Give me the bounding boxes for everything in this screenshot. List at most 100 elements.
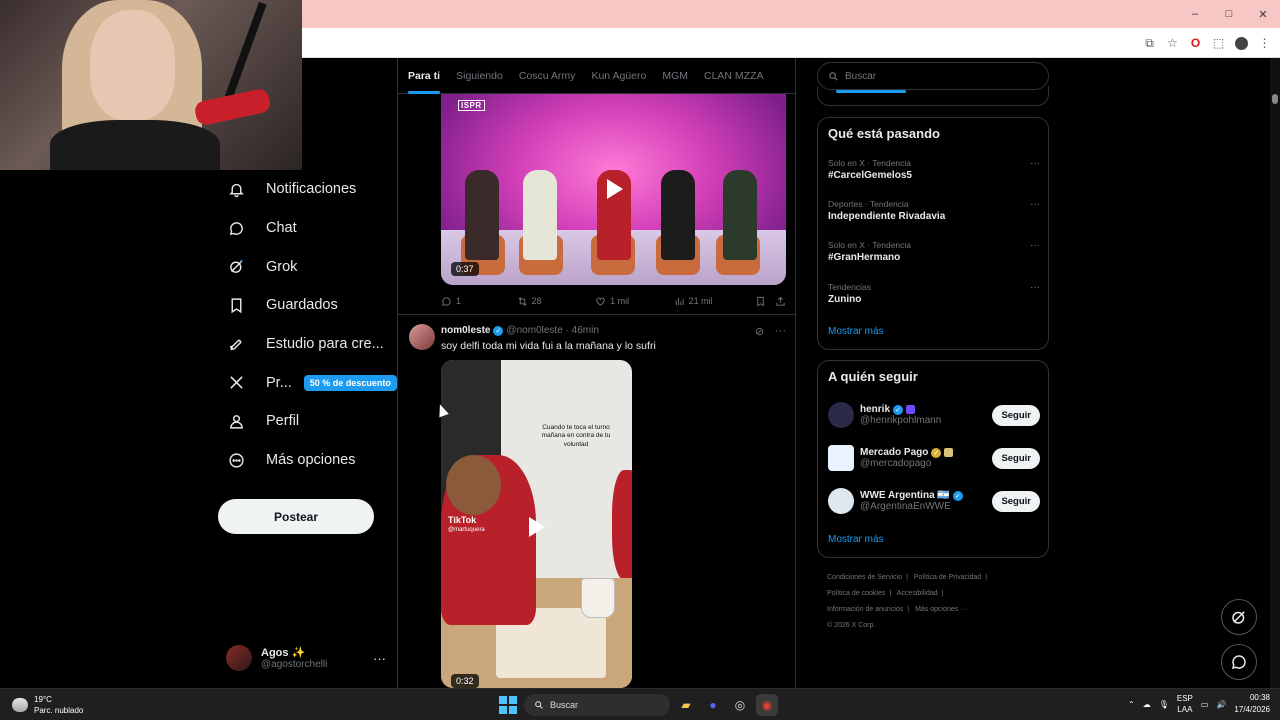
discord-icon[interactable]: ● (702, 694, 724, 716)
footer-link[interactable]: Información de anuncios (827, 606, 903, 613)
minimize-button[interactable]: – (1178, 0, 1212, 28)
follow-suggestion[interactable]: Mercado Pago ✓ @mercadopago Seguir (828, 443, 1040, 473)
timeline-tabs: Para ti Siguiendo Coscu Army Kun Agüero … (398, 58, 795, 94)
trend-item[interactable]: Solo en X · Tendencia #CarcelGemelos5 ··… (828, 158, 1040, 181)
follow-button[interactable]: Seguir (992, 490, 1040, 512)
trend-item[interactable]: Deportes · Tendencia Independiente Rivad… (828, 199, 1040, 222)
video-media[interactable]: ISPR 0:37 (441, 94, 786, 285)
post-button[interactable]: Postear (218, 499, 374, 534)
show-more-trends-link[interactable]: Mostrar más (828, 326, 884, 337)
nav-item-notifications[interactable]: Notificaciones (218, 170, 398, 209)
nav-item-profile[interactable]: Perfil (218, 402, 398, 441)
avatar (226, 645, 252, 671)
nav-item-premium[interactable]: Pr... 50 % de descuento (218, 363, 398, 402)
video-duration: 0:32 (451, 674, 479, 688)
sidebar-nav: Notificaciones Chat Grok Guardados Estud… (218, 170, 398, 480)
tab-coscu-army[interactable]: Coscu Army (519, 58, 576, 94)
avatar[interactable] (828, 402, 854, 428)
mic-icon[interactable]: 🎙 (1159, 700, 1169, 709)
repost-button[interactable]: 28 (517, 296, 596, 307)
close-window-button[interactable]: ✕ (1246, 0, 1280, 28)
star-icon[interactable]: ☆ (1161, 28, 1184, 58)
share-button[interactable] (775, 296, 786, 307)
tab-for-you[interactable]: Para ti (408, 58, 441, 94)
follow-button[interactable]: Seguir (992, 447, 1040, 469)
weather-widget[interactable]: 19°C Parc. nublado (12, 694, 83, 716)
verified-badge-icon: ✓ (893, 404, 904, 415)
nav-label: Guardados (266, 297, 338, 314)
nav-item-more-options[interactable]: Más opciones (218, 441, 398, 480)
who-to-follow-card: A quién seguir henrik ✓ @henrikpohlmann S… (817, 360, 1049, 558)
follow-suggestion[interactable]: WWE Argentina 🇦🇷 ✓ @ArgentinaEnWWE Seguir (828, 486, 1040, 516)
tab-kun-aguero[interactable]: Kun Agüero (591, 58, 646, 94)
maximize-button[interactable]: □ (1212, 0, 1246, 28)
chevron-up-icon[interactable]: ⌃ (1128, 700, 1135, 709)
language-indicator[interactable]: ESP LAA (1177, 693, 1193, 715)
like-button[interactable]: 1 mil (595, 296, 674, 307)
app-icon[interactable]: ◎ (729, 694, 751, 716)
reply-button[interactable]: 1 (441, 296, 517, 307)
windows-start-icon[interactable] (497, 694, 519, 716)
avatar[interactable] (409, 324, 435, 350)
more-dots-icon[interactable]: ··· (775, 325, 786, 337)
grok-fab-button[interactable] (1221, 599, 1257, 635)
language-code: ESP (1176, 694, 1193, 703)
chrome-icon[interactable]: ◉ (756, 694, 778, 716)
menu-icon[interactable]: ⋮ (1253, 28, 1276, 58)
profile-icon[interactable] (1230, 28, 1253, 58)
url-field[interactable] (302, 32, 1142, 54)
search-placeholder: Buscar (845, 70, 877, 82)
show-more-follow-link[interactable]: Mostrar más (828, 534, 884, 545)
avatar[interactable] (828, 445, 854, 471)
footer-link[interactable]: Condiciones de Servicio (827, 574, 902, 581)
tab-following[interactable]: Siguiendo (456, 58, 503, 94)
footer-link[interactable]: Política de Privacidad (914, 574, 981, 581)
trend-item[interactable]: Tendencias Zunino ··· (828, 282, 1040, 305)
account-switcher[interactable]: Agos ✨ @agostorchelli ··· (226, 642, 386, 674)
video-duration: 0:37 (451, 262, 479, 276)
bell-icon (227, 180, 245, 198)
footer-link[interactable]: Accesibilidad (897, 590, 938, 597)
display-icon[interactable]: ▭ (1201, 700, 1209, 709)
file-explorer-icon[interactable]: ▰ (675, 694, 697, 716)
speaker-icon[interactable]: 🔊 (1216, 700, 1226, 709)
nav-item-grok[interactable]: Grok (218, 247, 398, 286)
follow-button[interactable]: Seguir (992, 404, 1040, 426)
more-dots-icon[interactable]: ··· (1030, 240, 1040, 251)
nav-item-bookmarks[interactable]: Guardados (218, 286, 398, 325)
tweet-author-name[interactable]: nom0leste (441, 325, 490, 336)
nav-item-chat[interactable]: Chat (218, 209, 398, 248)
play-icon[interactable] (607, 179, 623, 199)
grok-icon[interactable]: ⊘ (755, 325, 764, 338)
affiliate-badge-icon (906, 405, 916, 414)
messages-fab-button[interactable] (1221, 644, 1257, 680)
tab-mgm[interactable]: MGM (662, 58, 688, 94)
search-icon (535, 701, 543, 709)
views-button[interactable]: 21 mil (674, 296, 756, 307)
more-dots-icon[interactable]: ··· (373, 651, 386, 666)
footer-link[interactable]: Política de cookies (827, 590, 885, 597)
video-media[interactable]: Cuando te toca el turno mañana en contra… (441, 360, 632, 688)
trend-item[interactable]: Solo en X · Tendencia #GranHermano ··· (828, 240, 1040, 263)
nav-label: Perfil (266, 413, 300, 430)
more-dots-icon[interactable]: ··· (1030, 158, 1040, 169)
search-input[interactable]: Buscar (817, 62, 1049, 90)
nav-item-creator-studio[interactable]: Estudio para cre... (218, 325, 398, 364)
verified-badge-icon: ✓ (931, 447, 942, 458)
more-dots-icon[interactable]: ··· (1030, 282, 1040, 293)
network-icon[interactable]: ☁ (1143, 700, 1151, 709)
more-dots-icon[interactable]: ··· (1030, 199, 1040, 210)
follow-suggestion[interactable]: henrik ✓ @henrikpohlmann Seguir (828, 400, 1040, 430)
scrollbar[interactable] (1270, 58, 1280, 688)
play-icon[interactable] (529, 517, 545, 537)
clock[interactable]: 00:38 17/4/2026 (1234, 692, 1270, 716)
bookmark-button[interactable] (755, 296, 775, 307)
taskbar-search[interactable]: Buscar (524, 694, 670, 716)
tab-clan-mzza[interactable]: CLAN MZZA (704, 58, 764, 94)
footer-link[interactable]: Más opciones ··· (915, 606, 967, 613)
opera-icon[interactable]: O (1184, 28, 1207, 58)
avatar[interactable] (828, 488, 854, 514)
suggestion-name: henrik (860, 404, 891, 415)
extensions-icon[interactable]: ⬚ (1207, 28, 1230, 58)
cast-icon[interactable]: ⧉ (1138, 28, 1161, 58)
